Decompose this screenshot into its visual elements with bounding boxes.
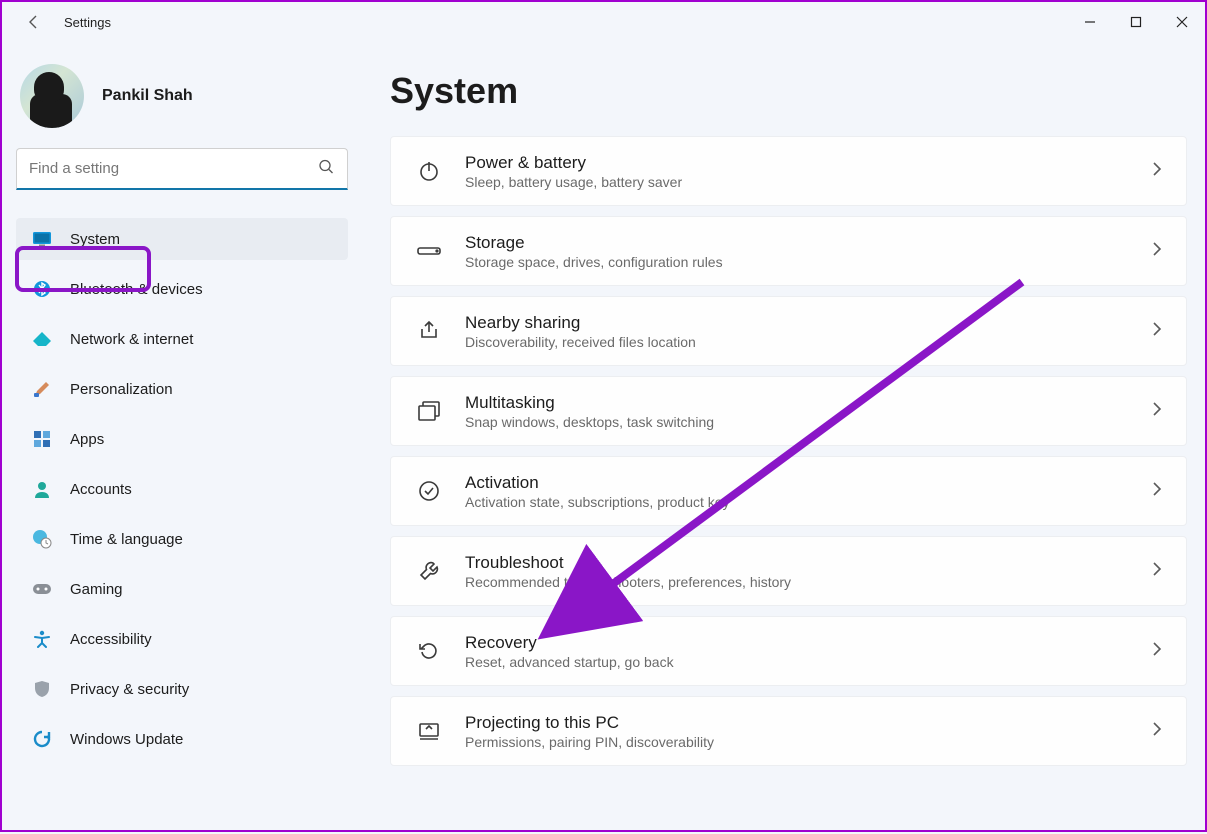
settings-card-recovery[interactable]: Recovery Reset, advanced startup, go bac… [390,616,1187,686]
sidebar-item-personalization[interactable]: Personalization [16,368,348,410]
card-subtitle: Sleep, battery usage, battery saver [465,174,1150,190]
card-title: Troubleshoot [465,553,1150,573]
sidebar-item-time[interactable]: Time & language [16,518,348,560]
search-icon [318,159,334,180]
sidebar-item-apps[interactable]: Apps [16,418,348,460]
sidebar-item-update[interactable]: Windows Update [16,718,348,760]
storage-icon [415,237,443,265]
sidebar-item-label: Personalization [70,381,173,398]
card-subtitle: Discoverability, received files location [465,334,1150,350]
page-title: System [390,70,1187,112]
sidebar-item-label: Gaming [70,581,123,598]
power-icon [415,157,443,185]
sidebar-item-label: Network & internet [70,331,193,348]
sidebar: Pankil Shah System Bluetooth & devices N… [2,42,362,830]
back-button[interactable] [18,6,50,38]
sidebar-item-system[interactable]: System [16,218,348,260]
sidebar-item-label: Time & language [70,531,183,548]
monitor-icon [32,229,52,249]
minimize-button[interactable] [1067,2,1113,42]
card-title: Power & battery [465,153,1150,173]
nav-list: System Bluetooth & devices Network & int… [16,218,348,768]
window-title: Settings [64,15,111,30]
sidebar-item-label: Windows Update [70,731,183,748]
update-icon [32,729,52,749]
chevron-right-icon [1150,482,1164,501]
project-icon [415,717,443,745]
settings-card-storage[interactable]: Storage Storage space, drives, configura… [390,216,1187,286]
chevron-right-icon [1150,242,1164,261]
apps-icon [32,429,52,449]
chevron-right-icon [1150,562,1164,581]
maximize-icon [1130,16,1142,28]
content-area: System Power & battery Sleep, battery us… [362,42,1205,830]
close-icon [1176,16,1188,28]
accessibility-icon [32,629,52,649]
chevron-right-icon [1150,162,1164,181]
card-title: Recovery [465,633,1150,653]
card-subtitle: Snap windows, desktops, task switching [465,414,1150,430]
chevron-right-icon [1150,722,1164,741]
share-icon [415,317,443,345]
shield-icon [32,679,52,699]
maximize-button[interactable] [1113,2,1159,42]
wrench-icon [415,557,443,585]
bluetooth-icon [32,279,52,299]
settings-card-activation[interactable]: Activation Activation state, subscriptio… [390,456,1187,526]
gamepad-icon [32,579,52,599]
arrow-left-icon [26,14,42,30]
card-title: Storage [465,233,1150,253]
sidebar-item-label: System [70,231,120,248]
settings-list: Power & battery Sleep, battery usage, ba… [390,136,1187,766]
close-button[interactable] [1159,2,1205,42]
sidebar-item-bluetooth[interactable]: Bluetooth & devices [16,268,348,310]
card-subtitle: Permissions, pairing PIN, discoverabilit… [465,734,1150,750]
card-title: Nearby sharing [465,313,1150,333]
person-icon [32,479,52,499]
sidebar-item-gaming[interactable]: Gaming [16,568,348,610]
settings-card-nearby[interactable]: Nearby sharing Discoverability, received… [390,296,1187,366]
sidebar-item-accounts[interactable]: Accounts [16,468,348,510]
card-title: Projecting to this PC [465,713,1150,733]
sidebar-item-privacy[interactable]: Privacy & security [16,668,348,710]
settings-card-power[interactable]: Power & battery Sleep, battery usage, ba… [390,136,1187,206]
globe-clock-icon [32,529,52,549]
sidebar-item-accessibility[interactable]: Accessibility [16,618,348,660]
settings-card-multitasking[interactable]: Multitasking Snap windows, desktops, tas… [390,376,1187,446]
card-subtitle: Storage space, drives, configuration rul… [465,254,1150,270]
minimize-icon [1084,16,1096,28]
sidebar-item-label: Accessibility [70,631,152,648]
sidebar-item-network[interactable]: Network & internet [16,318,348,360]
titlebar: Settings [2,2,1205,42]
windows-icon [415,397,443,425]
paintbrush-icon [32,379,52,399]
avatar [20,64,84,128]
chevron-right-icon [1150,402,1164,421]
sidebar-item-label: Privacy & security [70,681,189,698]
settings-card-troubleshoot[interactable]: Troubleshoot Recommended troubleshooters… [390,536,1187,606]
settings-card-projecting[interactable]: Projecting to this PC Permissions, pairi… [390,696,1187,766]
card-subtitle: Recommended troubleshooters, preferences… [465,574,1150,590]
wifi-icon [32,329,52,349]
sidebar-item-label: Bluetooth & devices [70,281,203,298]
card-title: Activation [465,473,1150,493]
card-title: Multitasking [465,393,1150,413]
search-input[interactable] [16,148,348,190]
card-subtitle: Activation state, subscriptions, product… [465,494,1150,510]
chevron-right-icon [1150,642,1164,661]
checkmark-circle-icon [415,477,443,505]
sidebar-item-label: Apps [70,431,104,448]
chevron-right-icon [1150,322,1164,341]
sidebar-item-label: Accounts [70,481,132,498]
card-subtitle: Reset, advanced startup, go back [465,654,1150,670]
recovery-icon [415,637,443,665]
profile-name: Pankil Shah [102,87,193,105]
profile-section[interactable]: Pankil Shah [16,60,348,148]
